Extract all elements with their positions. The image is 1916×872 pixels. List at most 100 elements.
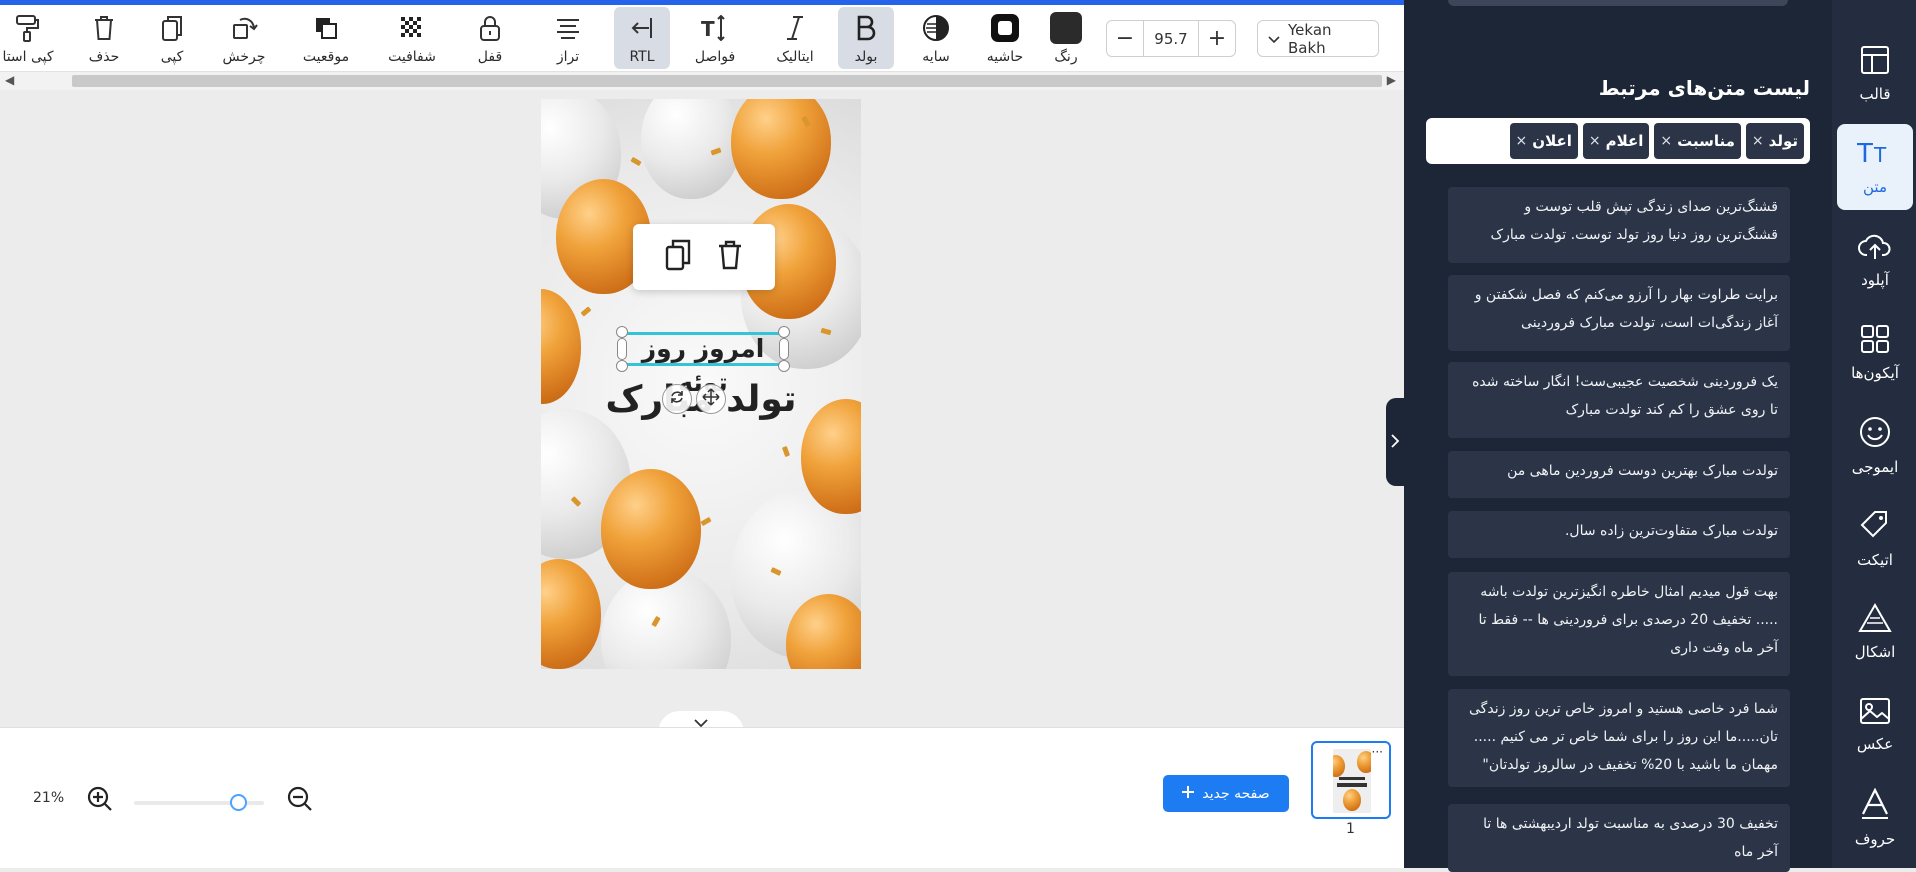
related-text-content: تخفیف 30 درصدی به مناسبت تولد اردیبهشتی … — [1483, 816, 1778, 860]
related-text-card[interactable]: قشنگ‌ترین صدای زندگی تپش قلب توست و قشنگ… — [1448, 187, 1790, 263]
font-size-increase-button[interactable]: + — [1199, 21, 1235, 56]
delete-button[interactable]: حذف — [82, 7, 126, 69]
related-text-card[interactable]: تولدت مبارک متفاوت‌ترین زاده سال. — [1448, 511, 1790, 558]
font-family-select[interactable]: Yekan Bakh — [1257, 20, 1379, 57]
related-text-content: شما فرد خاصی هستید و امروز خاص ترین روز … — [1469, 701, 1778, 773]
remove-tag-icon[interactable]: × — [1589, 133, 1601, 149]
move-arrows-icon — [702, 388, 720, 410]
sidebar-item-sticker[interactable]: اتیکت — [1837, 496, 1913, 582]
related-text-card[interactable]: تولدت مبارک بهترین دوست فروردین ماهی من — [1448, 451, 1790, 498]
spacing-label: فواصل — [694, 49, 736, 65]
panel-scrollbar[interactable] — [1800, 180, 1806, 860]
sidebar-item-emoji[interactable]: ایموجی — [1837, 403, 1913, 489]
new-page-button[interactable]: صفحه جدید — [1163, 775, 1289, 812]
rotate-handle[interactable] — [662, 384, 692, 414]
text-selection-box[interactable] — [622, 332, 784, 366]
zoom-in-icon[interactable] — [86, 785, 114, 817]
sidebar-item-template[interactable]: قالب — [1837, 31, 1913, 117]
pages-bar: 21% صفحه جدید ··· 1 — [0, 727, 1404, 868]
copy-style-button[interactable]: کپی استا — [0, 7, 56, 69]
resize-handle[interactable] — [779, 338, 789, 360]
zoom-slider-knob[interactable] — [230, 794, 247, 811]
rotate-button[interactable]: چرخش — [218, 7, 270, 69]
new-page-label: صفحه جدید — [1202, 785, 1270, 802]
font-size-decrease-button[interactable]: − — [1107, 21, 1143, 56]
border-button[interactable]: حاشیه — [982, 7, 1028, 69]
transparency-button[interactable]: شفافیت — [384, 7, 440, 69]
resize-handle[interactable] — [616, 360, 628, 372]
thumbnail-text-line — [1337, 783, 1367, 787]
sidebar-item-upload[interactable]: آپلود — [1837, 217, 1913, 303]
design-page[interactable]: امروز روز توئه تولد مبارک — [541, 99, 861, 669]
remove-tag-icon[interactable]: × — [1752, 133, 1764, 149]
filter-tag[interactable]: اعلام × — [1582, 123, 1650, 159]
color-button[interactable]: رنگ — [1046, 7, 1086, 69]
filter-tag-label: اعلام — [1605, 132, 1644, 150]
selection-context-menu — [633, 224, 775, 290]
scrollbar-thumb[interactable] — [72, 75, 1382, 87]
spacing-button[interactable]: T فواصل — [690, 7, 740, 69]
sidebar-item-label: حروف — [1854, 830, 1896, 848]
italic-button[interactable]: ایتالیک — [770, 7, 820, 69]
related-text-content: قشنگ‌ترین صدای زندگی تپش قلب توست و قشنگ… — [1490, 199, 1778, 243]
rtl-button[interactable]: RTL — [614, 7, 670, 69]
scroll-left-arrow-icon[interactable]: ◀ — [5, 73, 14, 87]
resize-handle[interactable] — [778, 360, 790, 372]
canvas-area: امروز روز توئه تولد مبارک — [0, 90, 1404, 727]
filter-tag-label: اعلان — [1532, 132, 1572, 150]
remove-tag-icon[interactable]: × — [1660, 133, 1672, 149]
resize-handle[interactable] — [617, 338, 627, 360]
filter-tag[interactable]: اعلان × — [1509, 123, 1578, 159]
bold-button[interactable]: بولد — [838, 7, 894, 69]
related-text-card[interactable]: یک فروردینی شخصیت عجیبی‌ست! انگار ساخته … — [1448, 362, 1790, 438]
resize-handle[interactable] — [778, 326, 790, 338]
related-text-card[interactable]: تخفیف 30 درصدی به مناسبت تولد اردیبهشتی … — [1448, 804, 1790, 872]
trash-icon[interactable] — [716, 239, 744, 275]
sidebar-item-shapes[interactable]: اشکال — [1837, 589, 1913, 675]
remove-tag-icon[interactable]: × — [1516, 133, 1528, 149]
tag-filter-input[interactable]: تولد × مناسبت × اعلام × اعلان × — [1426, 118, 1810, 164]
font-size-input[interactable]: 95.7 — [1143, 21, 1199, 56]
filter-tag-label: تولد — [1768, 132, 1798, 150]
resize-handle[interactable] — [616, 326, 628, 338]
move-handle[interactable] — [696, 384, 726, 414]
scroll-right-arrow-icon[interactable]: ▶ — [1387, 73, 1396, 87]
shapes-icon — [1858, 602, 1892, 637]
chevron-down-icon — [1268, 30, 1280, 48]
svg-text:T: T — [1873, 143, 1887, 167]
panel-top-bar — [1448, 0, 1788, 6]
copy-icon — [155, 11, 189, 45]
transparency-label: شفافیت — [388, 49, 436, 65]
position-button[interactable]: موقعیت — [296, 7, 356, 69]
shadow-button[interactable]: سایه — [916, 7, 956, 69]
page-options-icon[interactable]: ··· — [1372, 745, 1383, 759]
collapse-panel-button[interactable] — [1386, 398, 1404, 486]
trash-icon — [87, 11, 121, 45]
image-icon — [1859, 697, 1891, 729]
zoom-out-icon[interactable] — [286, 785, 314, 817]
balloon-image — [731, 99, 831, 199]
related-text-card[interactable]: بهت قول میدیم امثال خاطره انگیزترین تولد… — [1448, 572, 1790, 676]
sidebar-item-icons[interactable]: آیکون‌ها — [1837, 310, 1913, 396]
line-spacing-icon: T — [698, 11, 732, 45]
duplicate-icon[interactable] — [664, 238, 694, 276]
copy-button[interactable]: کپی — [150, 7, 194, 69]
horizontal-scrollbar[interactable]: ◀ ▶ — [0, 72, 1404, 90]
rotate-icon — [669, 389, 685, 409]
sidebar-item-text[interactable]: T T متن — [1837, 124, 1913, 210]
lock-button[interactable]: قفل — [470, 7, 510, 69]
sidebar-item-label: متن — [1863, 178, 1887, 196]
lock-icon — [473, 11, 507, 45]
sidebar-item-label: آیکون‌ها — [1851, 364, 1899, 382]
align-button[interactable]: تراز — [546, 7, 590, 69]
copy-label: کپی — [160, 49, 184, 65]
balloon-image — [1357, 751, 1371, 773]
filter-tag[interactable]: تولد × — [1745, 123, 1804, 159]
page-thumbnail[interactable]: ··· — [1311, 741, 1391, 819]
related-text-card[interactable]: شما فرد خاصی هستید و امروز خاص ترین روز … — [1448, 689, 1790, 787]
filter-tag[interactable]: مناسبت × — [1654, 123, 1741, 159]
sidebar-item-letters[interactable]: حروف — [1837, 775, 1913, 861]
sidebar-item-photo[interactable]: عکس — [1837, 682, 1913, 768]
bold-label: بولد — [854, 49, 878, 65]
related-text-card[interactable]: برایت طراوت بهار را آرزو می‌کنم که فصل ش… — [1448, 275, 1790, 351]
